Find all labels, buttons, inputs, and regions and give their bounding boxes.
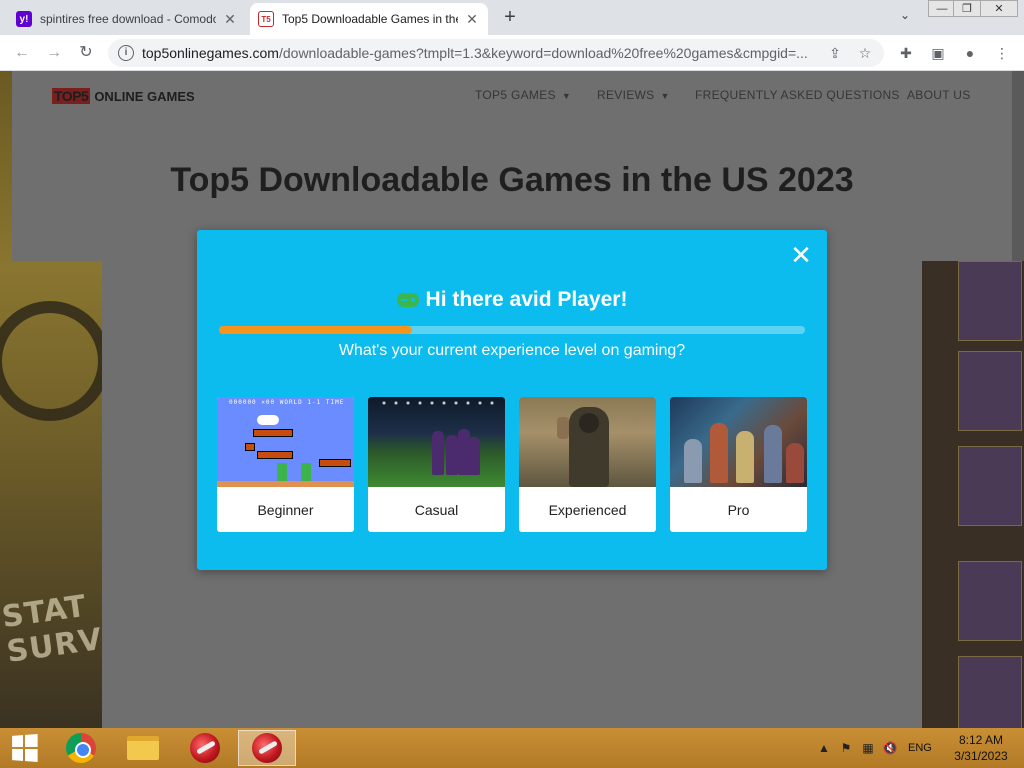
chrome-icon xyxy=(66,733,96,763)
action-center-flag-icon[interactable]: ⚑ xyxy=(838,740,854,756)
option-label: Pro xyxy=(727,501,750,518)
system-clock[interactable]: 8:12 AM 3/31/2023 xyxy=(944,732,1018,764)
experience-options: 000000 ×00 WORLD 1-1 TIME Beginner Casua… xyxy=(217,397,807,532)
modal-heading: Hi there avid Player! xyxy=(197,288,827,312)
chevron-down-icon: ▼ xyxy=(561,91,572,101)
background-card xyxy=(958,261,1022,341)
taskbar-comodo-dragon[interactable] xyxy=(176,730,234,766)
comodo-dragon-icon xyxy=(190,733,220,763)
share-icon[interactable]: ⇪ xyxy=(824,45,846,62)
minimize-window-button[interactable]: — xyxy=(928,0,956,17)
input-language[interactable]: ENG xyxy=(908,742,932,754)
yahoo-icon: y! xyxy=(16,11,32,27)
close-icon[interactable]: ✕ xyxy=(789,242,813,268)
tab-search-chevron-icon[interactable]: ⌄ xyxy=(896,8,914,26)
tab-strip: y! spintires free download - Comodo ✕ T5… xyxy=(0,0,1024,35)
tab-title: spintires free download - Comodo xyxy=(40,12,216,26)
option-casual[interactable]: Casual xyxy=(368,397,505,532)
system-tray: ▲ ⚑ ▦ 🔇 ENG xyxy=(816,728,932,768)
close-tab-icon[interactable]: ✕ xyxy=(222,11,238,28)
taskbar-chrome[interactable] xyxy=(52,730,110,766)
soccer-game-image xyxy=(368,397,505,487)
comodo-dragon-icon xyxy=(252,733,282,763)
option-experienced[interactable]: Experienced xyxy=(519,397,656,532)
new-tab-button[interactable]: + xyxy=(498,6,522,30)
url-text[interactable]: top5onlinegames.com/downloadable-games?t… xyxy=(142,45,824,61)
biohazard-icon xyxy=(0,301,110,421)
logo-mark: TOP5 xyxy=(52,88,91,104)
tab-spintires[interactable]: y! spintires free download - Comodo ✕ xyxy=(8,3,246,35)
network-icon[interactable]: ▦ xyxy=(860,740,876,756)
forward-arrow-icon[interactable]: → xyxy=(42,41,66,65)
restore-window-button[interactable]: ❐ xyxy=(953,0,981,17)
page-title: Top5 Downloadable Games in the US 2023 xyxy=(170,161,854,199)
logo-text: ONLINE GAMES xyxy=(94,88,195,104)
bookmark-star-icon[interactable]: ☆ xyxy=(854,45,876,62)
background-art-right: ⚙ ⚙ ⚙ xyxy=(922,261,1024,728)
nav-faq[interactable]: FREQUENTLY ASKED QUESTIONS xyxy=(695,88,900,102)
close-window-button[interactable]: ✕ xyxy=(980,0,1018,17)
quiz-progress-bar xyxy=(219,326,805,334)
chevron-down-icon: ▼ xyxy=(660,91,670,101)
close-tab-icon[interactable]: ✕ xyxy=(464,11,480,28)
url-host: top5onlinegames.com xyxy=(142,45,279,61)
page-viewport: STATSURVIV ⚙ ⚙ ⚙ TOP5 ONLINE GAMES TOP5 … xyxy=(0,71,1024,728)
option-label: Experienced xyxy=(548,501,627,518)
back-arrow-icon[interactable]: ← xyxy=(10,41,34,65)
clock-time: 8:12 AM xyxy=(958,733,1004,747)
background-card xyxy=(958,561,1022,641)
volume-muted-icon[interactable]: 🔇 xyxy=(882,740,898,756)
quiz-progress-fill xyxy=(219,326,413,334)
background-card xyxy=(958,656,1022,728)
profile-avatar-icon[interactable]: ● xyxy=(960,43,980,63)
windows-logo-icon xyxy=(12,734,38,762)
nav-about-us[interactable]: ABOUT US xyxy=(907,88,971,102)
background-card xyxy=(958,351,1022,431)
option-beginner[interactable]: 000000 ×00 WORLD 1-1 TIME Beginner xyxy=(217,397,354,532)
side-panel-icon[interactable]: ▣ xyxy=(928,43,948,63)
tab-top5-games[interactable]: T5 Top5 Downloadable Games in the US 202… xyxy=(250,3,488,35)
option-label: Beginner xyxy=(257,501,314,518)
fantasy-battle-image xyxy=(670,397,807,487)
browser-toolbar: ← → ↻ i top5onlinegames.com/downloadable… xyxy=(0,35,1024,71)
tab-title: Top5 Downloadable Games in the US 2023 xyxy=(282,12,458,26)
folder-icon xyxy=(127,736,159,760)
show-hidden-icons-icon[interactable]: ▲ xyxy=(816,740,832,756)
url-path: /downloadable-games?tmplt=1.3&keyword=do… xyxy=(278,45,808,61)
retro-platformer-image: 000000 ×00 WORLD 1-1 TIME xyxy=(217,397,354,487)
shooter-game-image xyxy=(519,397,656,487)
reload-icon[interactable]: ↻ xyxy=(74,41,98,65)
option-pro[interactable]: Pro xyxy=(670,397,807,532)
site-info-icon[interactable]: i xyxy=(118,45,134,61)
start-button[interactable] xyxy=(0,730,48,766)
quiz-question: What's your current experience level on … xyxy=(338,342,686,359)
address-bar[interactable]: i top5onlinegames.com/downloadable-games… xyxy=(108,39,884,67)
experience-quiz-modal: ✕ Hi there avid Player! What's your curr… xyxy=(197,230,827,570)
option-label: Casual xyxy=(414,501,459,518)
taskbar-comodo-dragon-active[interactable] xyxy=(238,730,296,766)
extensions-puzzle-icon[interactable]: ✚ xyxy=(896,43,916,63)
site-logo[interactable]: TOP5 ONLINE GAMES xyxy=(52,88,195,104)
modal-heading-text: Hi there avid Player! xyxy=(425,288,628,311)
gamepad-icon xyxy=(396,293,419,307)
top5-icon: T5 xyxy=(258,11,274,27)
menu-kebab-icon[interactable]: ⋮ xyxy=(992,43,1012,63)
clock-date: 3/31/2023 xyxy=(954,749,1008,763)
nav-reviews[interactable]: REVIEWS ▼ xyxy=(597,88,670,102)
taskbar: ▲ ⚑ ▦ 🔇 ENG 8:12 AM 3/31/2023 xyxy=(0,728,1024,768)
background-card xyxy=(958,446,1022,526)
taskbar-file-explorer[interactable] xyxy=(114,730,172,766)
nav-top5-games[interactable]: TOP5 GAMES ▼ xyxy=(475,88,571,102)
